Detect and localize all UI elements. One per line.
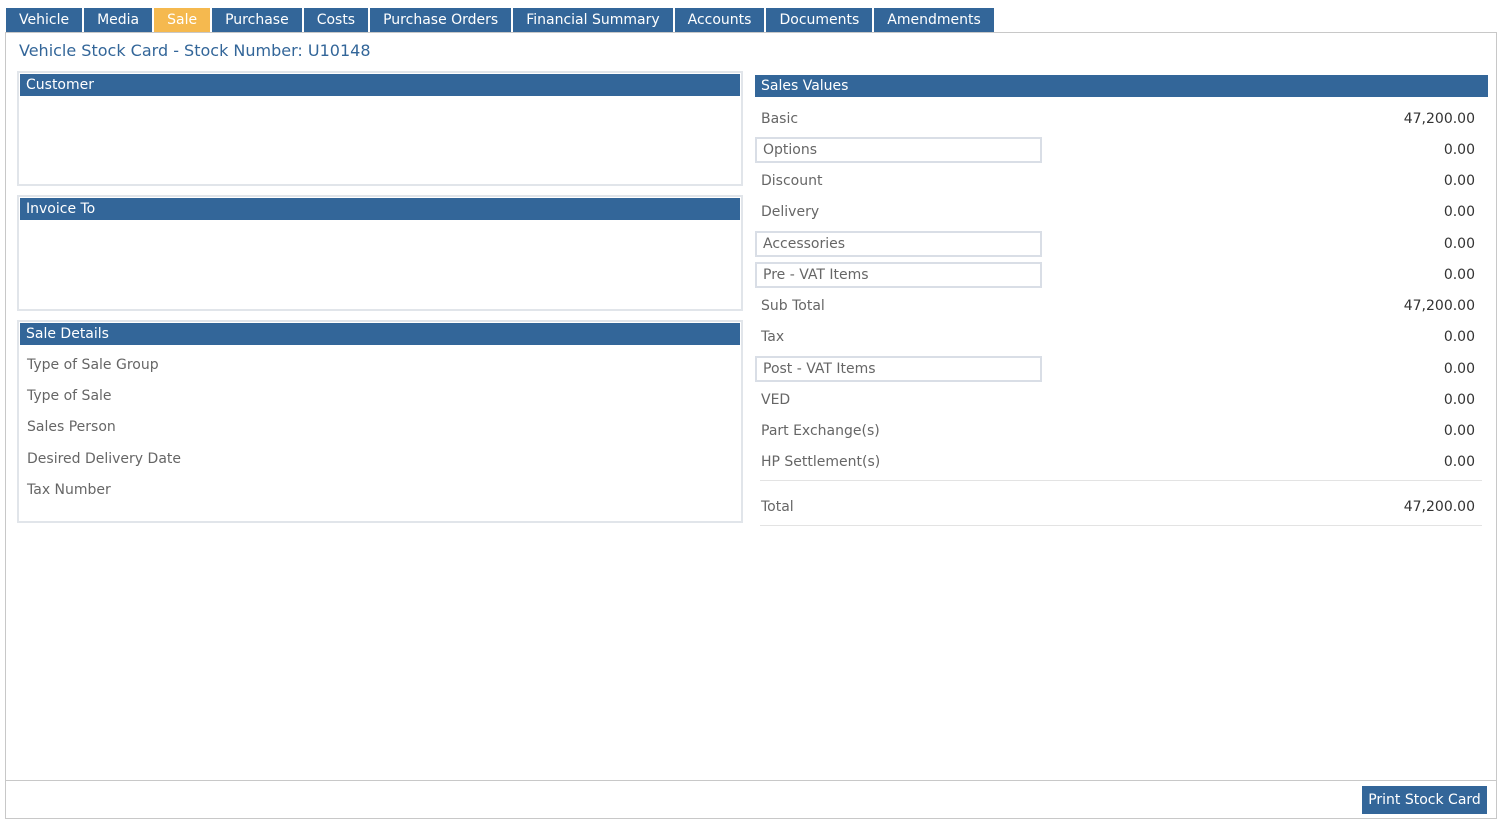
- sales-value-label: Part Exchange(s): [761, 423, 880, 439]
- invoice-to-panel-title: Invoice To: [20, 198, 740, 220]
- options-button[interactable]: Options: [755, 137, 1042, 163]
- sales-value-amount: 0.00: [1443, 454, 1475, 470]
- footer-bar: [5, 780, 1497, 819]
- tab-media[interactable]: Media: [84, 8, 153, 33]
- total-divider-bottom: [760, 525, 1482, 526]
- total-divider-top: [760, 480, 1482, 481]
- tab-financial-summary[interactable]: Financial Summary: [513, 8, 673, 33]
- total-amount: 47,200.00: [1403, 499, 1475, 515]
- sales-value-row-accessories: Accessories 0.00: [755, 231, 1475, 257]
- sales-value-row-total: Total 47,200.00: [755, 494, 1475, 520]
- sales-value-row-discount: Discount 0.00: [755, 168, 1475, 194]
- print-stock-card-button[interactable]: Print Stock Card: [1362, 786, 1487, 814]
- sales-value-label: Discount: [761, 173, 823, 189]
- tab-sale[interactable]: Sale: [154, 8, 211, 33]
- post-vat-items-button[interactable]: Post - VAT Items: [755, 356, 1042, 382]
- sales-value-row-ved: VED 0.00: [755, 387, 1475, 413]
- customer-panel-title: Customer: [20, 74, 740, 96]
- tab-purchase[interactable]: Purchase: [212, 8, 302, 33]
- tab-accounts[interactable]: Accounts: [674, 8, 765, 33]
- sales-value-label: Delivery: [761, 204, 820, 220]
- sales-value-amount: 0.00: [1443, 173, 1475, 189]
- sales-values-title: Sales Values: [755, 75, 1488, 97]
- tab-bar: Vehicle Media Sale Purchase Costs Purcha…: [6, 8, 996, 33]
- tab-documents[interactable]: Documents: [766, 8, 873, 33]
- sales-value-amount: 0.00: [1443, 236, 1475, 252]
- sales-value-row-part-exchange: Part Exchange(s) 0.00: [755, 418, 1475, 444]
- sales-value-amount: 47,200.00: [1403, 111, 1475, 127]
- sales-value-amount: 0.00: [1443, 142, 1475, 158]
- sales-value-row-post-vat-items: Post - VAT Items 0.00: [755, 356, 1475, 382]
- sales-value-row-delivery: Delivery 0.00: [755, 199, 1475, 225]
- sales-value-amount: 0.00: [1443, 392, 1475, 408]
- total-label: Total: [761, 499, 794, 515]
- sales-value-label: VED: [761, 392, 791, 408]
- sale-detail-type-of-sale-group: Type of Sale Group: [27, 357, 159, 373]
- sales-value-amount: 47,200.00: [1403, 298, 1475, 314]
- accessories-button[interactable]: Accessories: [755, 231, 1042, 257]
- sales-value-amount: 0.00: [1443, 361, 1475, 377]
- sales-value-label: HP Settlement(s): [761, 454, 881, 470]
- sales-value-label: Basic: [761, 111, 799, 127]
- sale-details-panel: Sale Details Type of Sale Group Type of …: [17, 320, 743, 523]
- sales-value-amount: 0.00: [1443, 423, 1475, 439]
- tab-purchase-orders[interactable]: Purchase Orders: [370, 8, 512, 33]
- sales-value-row-sub-total: Sub Total 47,200.00: [755, 293, 1475, 319]
- sales-value-amount: 0.00: [1443, 204, 1475, 220]
- sales-value-row-hp-settlement: HP Settlement(s) 0.00: [755, 449, 1475, 475]
- sales-value-label: Sub Total: [761, 298, 825, 314]
- pre-vat-items-button[interactable]: Pre - VAT Items: [755, 262, 1042, 288]
- customer-panel: Customer: [17, 71, 743, 186]
- sales-value-amount: 0.00: [1443, 329, 1475, 345]
- sales-value-row-basic: Basic 47,200.00: [755, 106, 1475, 132]
- tab-costs[interactable]: Costs: [303, 8, 369, 33]
- page-title: Vehicle Stock Card - Stock Number: U1014…: [19, 41, 371, 60]
- invoice-to-panel: Invoice To: [17, 195, 743, 311]
- tab-amendments[interactable]: Amendments: [874, 8, 994, 33]
- tab-vehicle[interactable]: Vehicle: [6, 8, 83, 33]
- sale-detail-desired-delivery-date: Desired Delivery Date: [27, 451, 181, 467]
- sale-detail-tax-number: Tax Number: [27, 482, 111, 498]
- sales-value-row-pre-vat-items: Pre - VAT Items 0.00: [755, 262, 1475, 288]
- sales-value-label: Tax: [761, 329, 785, 345]
- sales-value-amount: 0.00: [1443, 267, 1475, 283]
- sales-value-row-options: Options 0.00: [755, 137, 1475, 163]
- sale-details-panel-title: Sale Details: [20, 323, 740, 345]
- sale-detail-type-of-sale: Type of Sale: [27, 388, 112, 404]
- sales-value-row-tax: Tax 0.00: [755, 324, 1475, 350]
- sale-detail-sales-person: Sales Person: [27, 419, 116, 435]
